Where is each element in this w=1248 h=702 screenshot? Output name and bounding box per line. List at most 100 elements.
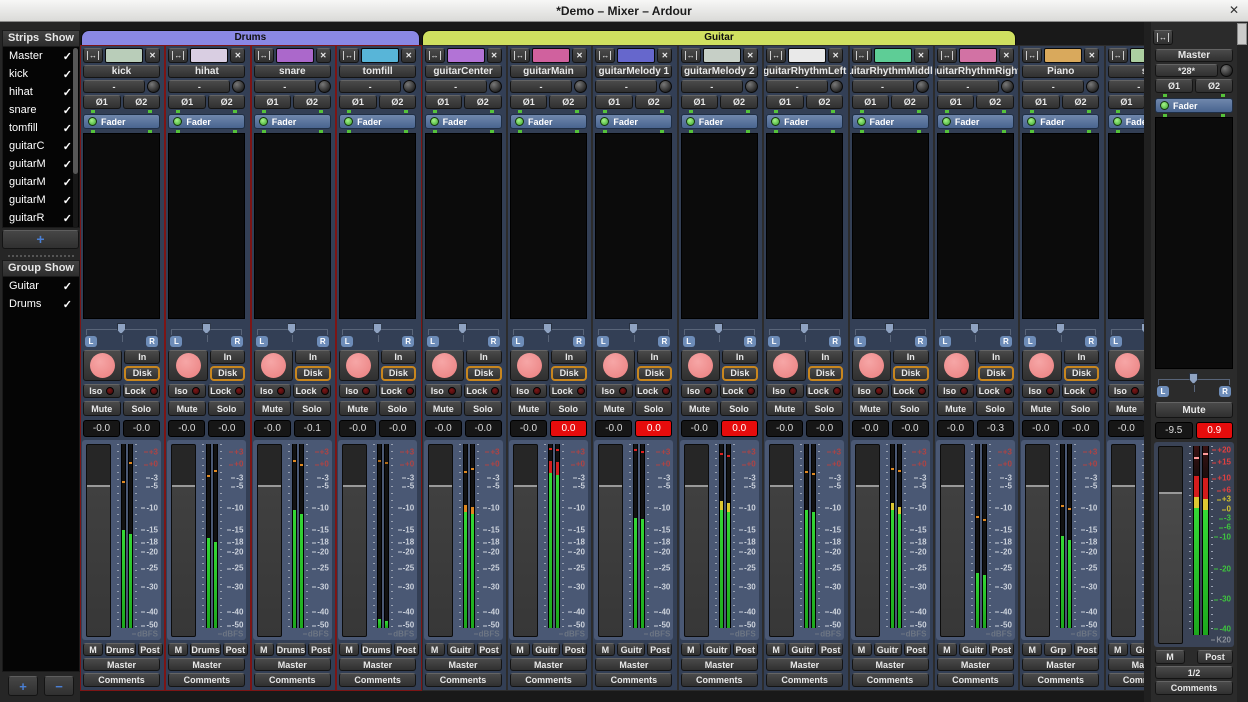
- show-checkbox[interactable]: ✓: [63, 86, 72, 99]
- output-button[interactable]: Master: [254, 658, 331, 671]
- meter-point-button[interactable]: Post: [308, 643, 333, 656]
- phase-invert-1-button[interactable]: Ø1: [168, 95, 206, 109]
- show-checkbox[interactable]: ✓: [63, 176, 72, 189]
- monitor-disk-button[interactable]: Disk: [551, 366, 587, 382]
- comments-button[interactable]: Comments: [595, 673, 672, 687]
- mono-button[interactable]: M: [1022, 643, 1042, 656]
- pan-slider[interactable]: [85, 322, 158, 335]
- processor-box[interactable]: [83, 133, 160, 319]
- mute-button[interactable]: Mute: [83, 401, 121, 416]
- strip-narrow-toggle-button[interactable]: ↔: [595, 48, 615, 63]
- pan-slider[interactable]: [170, 322, 243, 335]
- fader-processor-entry[interactable]: Fader: [681, 114, 758, 129]
- pan-left-badge[interactable]: L: [1024, 336, 1036, 347]
- fader-handle[interactable]: [172, 485, 195, 487]
- peak-display[interactable]: 0.0: [635, 420, 672, 437]
- record-arm-button[interactable]: [254, 350, 293, 381]
- monitor-disk-button[interactable]: Disk: [124, 366, 160, 382]
- phase-invert-2-button[interactable]: Ø2: [379, 95, 417, 109]
- fader-processor-entry[interactable]: Fader: [1155, 98, 1233, 113]
- solo-button[interactable]: Solo: [208, 401, 246, 416]
- processor-active-led[interactable]: [1160, 101, 1169, 110]
- strip-name-button[interactable]: tomfill: [339, 65, 416, 78]
- solo-isolate-button[interactable]: Iso: [254, 384, 292, 398]
- output-button[interactable]: Master: [425, 658, 502, 671]
- monitor-disk-button[interactable]: Disk: [381, 366, 417, 382]
- comments-button[interactable]: Comments: [681, 673, 758, 687]
- pan-right-badge[interactable]: R: [829, 336, 841, 347]
- solo-button[interactable]: Solo: [549, 401, 587, 416]
- strip-color-bar[interactable]: [532, 48, 570, 63]
- fader-processor-entry[interactable]: Fader: [766, 114, 843, 129]
- gain-display[interactable]: -9.5: [1155, 422, 1193, 439]
- processor-box[interactable]: [425, 133, 502, 319]
- meter-point-button[interactable]: Post: [733, 643, 758, 656]
- pan-slider[interactable]: [683, 322, 756, 335]
- solo-button[interactable]: Solo: [464, 401, 502, 416]
- monitor-disk-button[interactable]: Disk: [637, 366, 673, 382]
- phase-invert-1-button[interactable]: Ø1: [510, 95, 548, 109]
- show-checkbox[interactable]: ✓: [63, 104, 72, 117]
- processor-active-led[interactable]: [1113, 117, 1122, 126]
- monitor-input-button[interactable]: In: [893, 350, 929, 364]
- input-button[interactable]: -: [339, 80, 401, 93]
- phase-invert-2-button[interactable]: Ø2: [208, 95, 246, 109]
- gain-fader[interactable]: [940, 444, 965, 637]
- trim-knob[interactable]: [830, 80, 843, 93]
- strip-name-button[interactable]: guitarRhythmMiddle: [852, 65, 929, 78]
- mute-button[interactable]: Mute: [1022, 401, 1060, 416]
- pan-slider[interactable]: [427, 322, 500, 335]
- output-button[interactable]: Master: [766, 658, 843, 671]
- output-button[interactable]: Master: [339, 658, 416, 671]
- strip-color-bar[interactable]: [959, 48, 997, 63]
- group-button[interactable]: Guitr: [447, 643, 475, 656]
- strip-name-button[interactable]: guitarMelody 2: [681, 65, 758, 78]
- strip-narrow-toggle-button[interactable]: ↔: [510, 48, 530, 63]
- strip-close-button[interactable]: ✕: [828, 48, 843, 63]
- record-arm-button[interactable]: [1108, 350, 1144, 381]
- monitor-input-button[interactable]: In: [210, 350, 246, 364]
- pan-right-badge[interactable]: R: [1219, 386, 1231, 397]
- pan-right-badge[interactable]: R: [488, 336, 500, 347]
- master-name-button[interactable]: Master: [1155, 49, 1233, 62]
- list-item[interactable]: Guitar✓: [3, 277, 79, 295]
- pan-right-badge[interactable]: R: [573, 336, 585, 347]
- pan-left-badge[interactable]: L: [597, 336, 609, 347]
- show-checkbox[interactable]: ✓: [63, 50, 72, 63]
- strip-close-button[interactable]: ✕: [999, 48, 1014, 63]
- strip-name-button[interactable]: guitarRhythmRight: [937, 65, 1014, 78]
- comments-button[interactable]: Comments: [1108, 673, 1144, 687]
- group-button[interactable]: Drums: [105, 643, 136, 656]
- peak-display[interactable]: -0.0: [806, 420, 843, 437]
- input-button[interactable]: -: [681, 80, 743, 93]
- input-button[interactable]: -: [1108, 80, 1144, 93]
- pan-right-badge[interactable]: R: [915, 336, 927, 347]
- strip-close-button[interactable]: ✕: [145, 48, 160, 63]
- mute-button[interactable]: Mute: [254, 401, 292, 416]
- solo-lock-button[interactable]: Lock: [464, 384, 502, 398]
- monitor-disk-button[interactable]: Disk: [722, 366, 758, 382]
- meter-point-button[interactable]: Post: [1074, 643, 1099, 656]
- pan-left-badge[interactable]: L: [512, 336, 524, 347]
- solo-isolate-button[interactable]: Iso: [83, 384, 121, 398]
- meter-point-button[interactable]: Post: [818, 643, 843, 656]
- mute-button[interactable]: Mute: [425, 401, 463, 416]
- strip-close-button[interactable]: ✕: [914, 48, 929, 63]
- gain-fader[interactable]: [1158, 446, 1183, 644]
- pan-slider[interactable]: [768, 322, 841, 335]
- pan-right-badge[interactable]: R: [1000, 336, 1012, 347]
- add-group-button[interactable]: +: [8, 676, 38, 696]
- gain-display[interactable]: -0.0: [254, 420, 291, 437]
- pan-right-badge[interactable]: R: [402, 336, 414, 347]
- comments-button[interactable]: Comments: [1155, 681, 1233, 695]
- gain-display[interactable]: -0.0: [852, 420, 889, 437]
- strip-color-bar[interactable]: [617, 48, 655, 63]
- monitor-input-button[interactable]: In: [978, 350, 1014, 364]
- solo-isolate-button[interactable]: Iso: [339, 384, 377, 398]
- meter-point-button[interactable]: Post: [904, 643, 929, 656]
- solo-lock-button[interactable]: Lock: [549, 384, 587, 398]
- solo-isolate-button[interactable]: Iso: [1022, 384, 1060, 398]
- window-close-icon[interactable]: ✕: [1229, 3, 1239, 17]
- record-arm-button[interactable]: [168, 350, 207, 381]
- comments-button[interactable]: Comments: [937, 673, 1014, 687]
